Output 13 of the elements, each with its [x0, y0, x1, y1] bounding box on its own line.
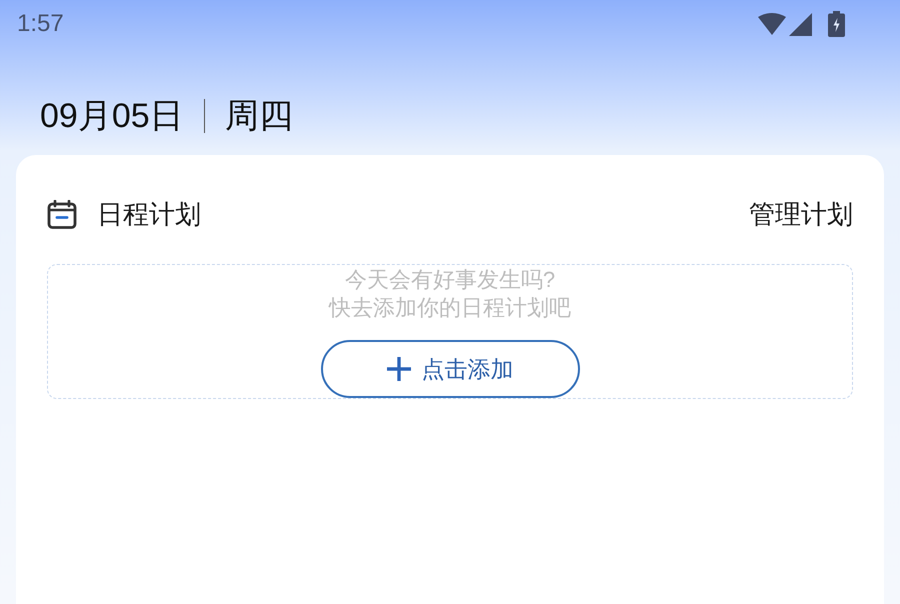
calendar-icon: [47, 200, 77, 228]
wifi-icon: [758, 13, 786, 35]
empty-message-text: 快去添加你的日程计划吧: [329, 294, 571, 322]
date-text: 09月05日: [40, 99, 184, 133]
battery-charging-icon: [828, 11, 845, 37]
section-title: 日程计划: [97, 201, 201, 227]
empty-message-text: 今天会有好事发生吗?: [344, 266, 556, 294]
signal-icon: [789, 12, 812, 36]
add-button[interactable]: 点击添加: [320, 340, 580, 398]
weekday-text: 周四: [225, 99, 294, 133]
plus-icon: [386, 357, 410, 381]
manage-plan-link[interactable]: 管理计划: [749, 201, 853, 227]
status-time: 1:57: [17, 12, 64, 36]
